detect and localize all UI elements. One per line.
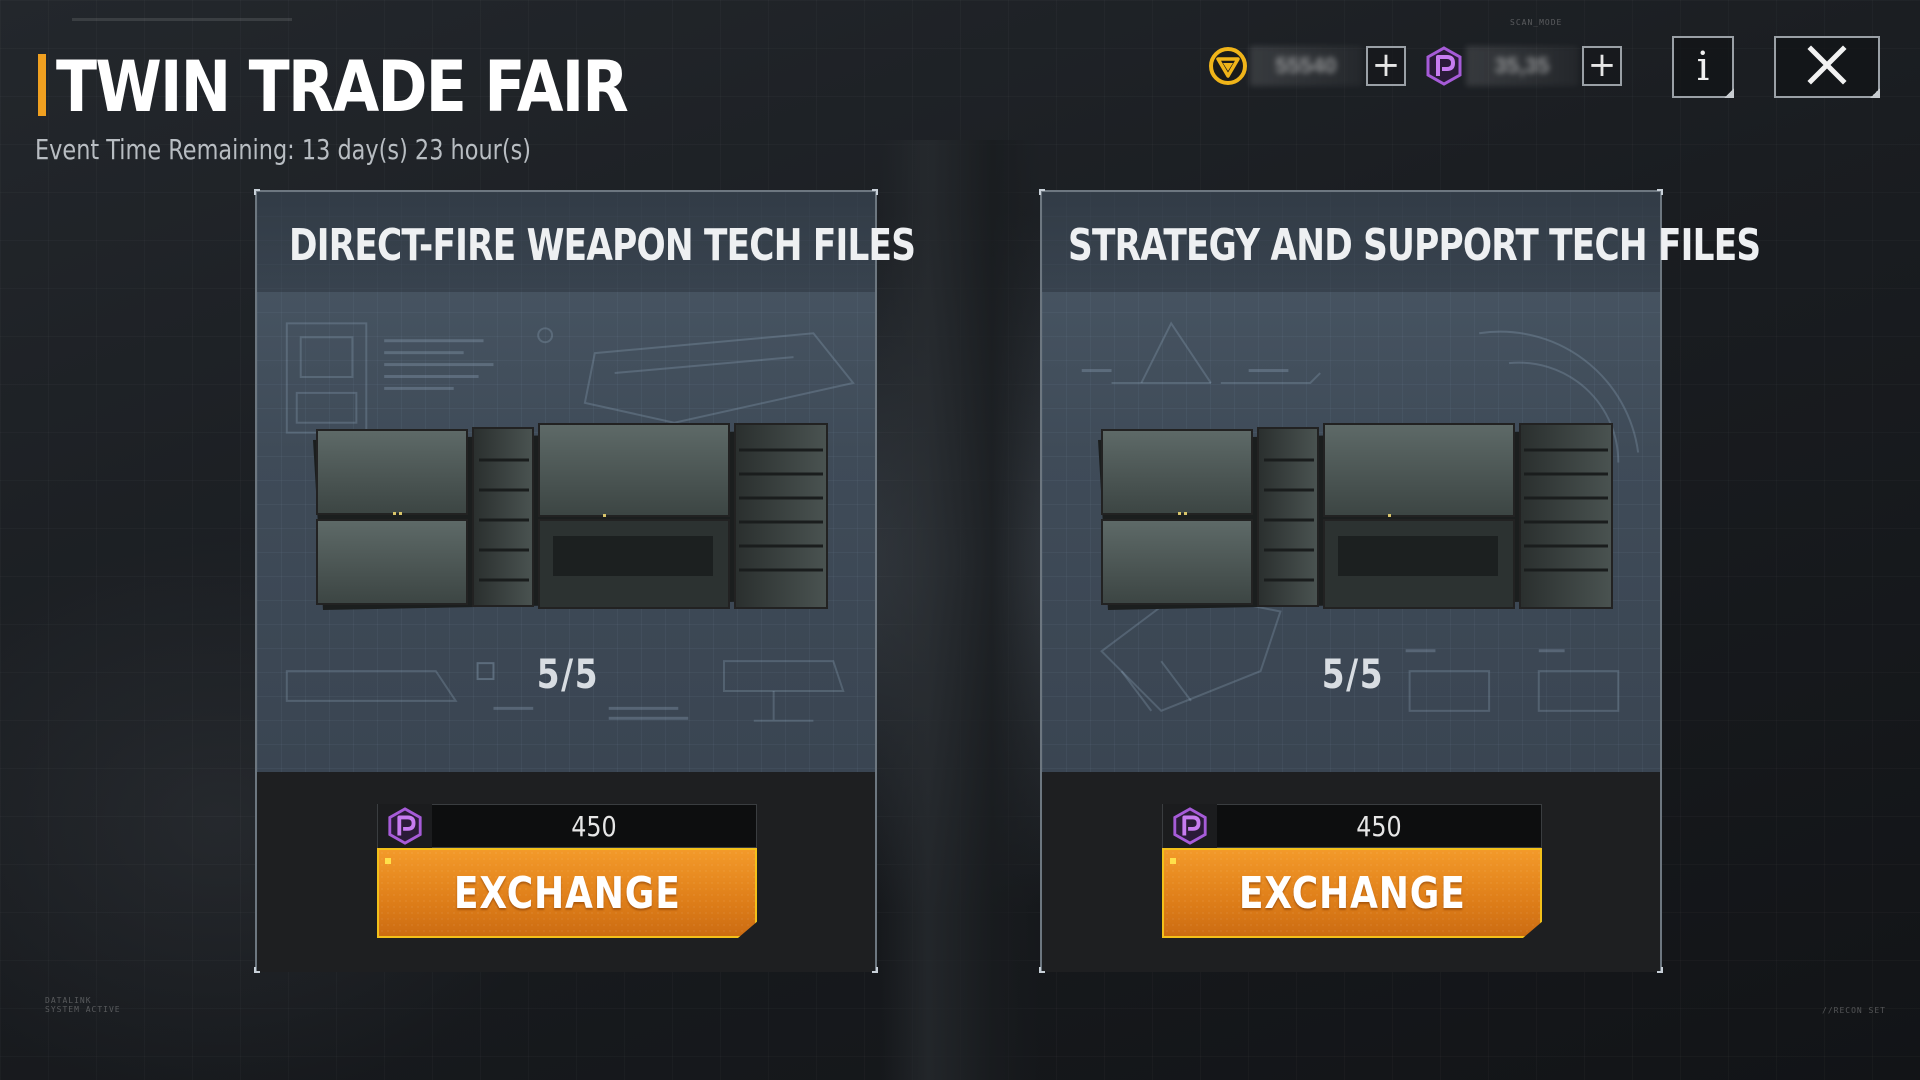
price-value: 450 [571,809,617,843]
exchange-count: 5/5 [1321,652,1385,698]
info-button[interactable]: i [1672,36,1734,98]
price-display: 450 [377,804,757,848]
exchange-button-label: EXCHANGE [453,867,681,919]
currency-gold: 55540 + [1208,44,1406,88]
add-purple-button[interactable]: + [1582,46,1622,86]
close-icon [1805,43,1849,92]
button-accent-dot [1170,858,1176,864]
corner-mark [1657,189,1663,195]
add-gold-button[interactable]: + [1366,46,1406,86]
card-title: DIRECT-FIRE WEAPON TECH FILES [289,220,916,271]
price-value: 450 [1356,809,1402,843]
corner-mark [254,967,260,973]
corner-mark [254,189,260,195]
event-time-remaining: Event Time Remaining: 13 day(s) 23 hour(… [35,133,532,166]
exchange-card-direct-fire: DIRECT-FIRE WEAPON TECH FILES 5/5 450 EX… [254,189,916,973]
purple-p-token-icon [378,804,432,848]
hud-decoration: //RECON SET [1822,1006,1886,1015]
close-button[interactable] [1774,36,1880,98]
page-title: TWIN TRADE FAIR [56,46,629,128]
exchange-button[interactable]: EXCHANGE [1162,848,1542,938]
corner-mark [1039,189,1045,195]
purple-p-token-icon [1424,46,1464,86]
tech-files-crate-image [313,423,828,610]
card-image-area: STRATEGY AND SUPPORT TECH FILES 5/5 [1042,192,1761,772]
corner-mark [1657,967,1663,973]
hud-decoration: SCAN_MODE [1510,18,1563,27]
gold-balance: 55540 [1250,46,1362,86]
hud-decoration: DATALINK SYSTEM ACTIVE [45,996,121,1014]
hud-decoration [72,18,292,21]
card-image-area: DIRECT-FIRE WEAPON TECH FILES 5/5 [257,192,916,772]
exchange-card-strategy-support: STRATEGY AND SUPPORT TECH FILES 5/5 450 … [1039,189,1761,973]
tech-files-crate-image [1098,423,1613,610]
currency-purple: 35,35 + [1424,44,1622,88]
purple-p-token-icon [1163,804,1217,848]
background-structure [880,140,1040,1080]
corner-mark [872,967,878,973]
corner-mark [872,189,878,195]
title-accent-bar [38,54,46,116]
exchange-button[interactable]: EXCHANGE [377,848,757,938]
button-accent-dot [385,858,391,864]
info-icon: i [1696,44,1710,90]
purple-balance: 35,35 [1466,46,1578,86]
corner-mark [1039,967,1045,973]
price-display: 450 [1162,804,1542,848]
gold-triangle-coin-icon [1208,46,1248,86]
exchange-button-label: EXCHANGE [1238,867,1466,919]
card-title: STRATEGY AND SUPPORT TECH FILES [1068,220,1761,271]
exchange-count: 5/5 [536,652,600,698]
